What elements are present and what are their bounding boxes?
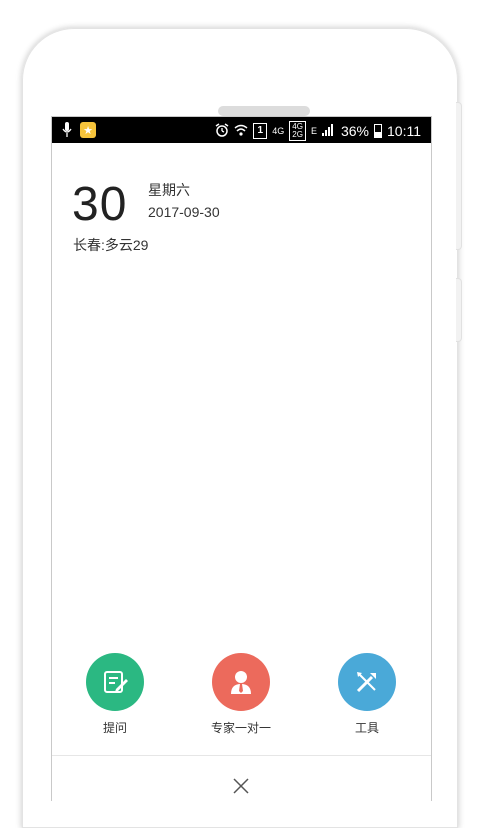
tools-icon: [338, 653, 396, 711]
side-button-lower: [456, 278, 462, 342]
tools-button[interactable]: 工具: [312, 653, 422, 736]
wifi-icon: [234, 123, 248, 140]
ask-question-button[interactable]: 提问: [60, 653, 170, 736]
status-bar: ★ 1 4G 4G 2G E 36% 10:11: [52, 117, 431, 143]
calendar-date: 2017-09-30: [148, 204, 220, 220]
network-type: 4G: [272, 126, 285, 136]
dual-network-icon: 4G 2G: [289, 121, 306, 141]
lte-indicator: E: [310, 126, 317, 136]
ask-question-label: 提问: [102, 721, 127, 735]
expert-consult-button[interactable]: 专家一对一: [186, 653, 296, 736]
weather-info: 长春:多云29: [73, 237, 149, 253]
close-icon: [233, 778, 249, 794]
calendar-day: 30: [72, 178, 128, 231]
calendar-weekday: 星期六: [148, 182, 190, 198]
side-button-upper: [456, 102, 462, 250]
alarm-icon: [215, 122, 229, 140]
battery-percent: 36%: [340, 123, 369, 139]
clock: 10:11: [387, 123, 421, 139]
bottom-divider: [52, 755, 431, 756]
app-notification-icon: ★: [80, 122, 96, 138]
expert-consult-label: 专家一对一: [210, 721, 271, 735]
edit-icon: [86, 653, 144, 711]
close-button[interactable]: [228, 773, 254, 799]
sim-indicator: 1: [253, 123, 268, 139]
expert-icon: [212, 653, 270, 711]
signal-icon: [321, 123, 336, 139]
action-bar: 提问 专家一对一 工具: [52, 653, 431, 736]
speaker-grille: [218, 106, 310, 116]
battery-icon: [374, 124, 382, 138]
tools-label: 工具: [354, 721, 379, 735]
microphone-icon: [62, 122, 72, 138]
phone-screen: ★ 1 4G 4G 2G E 36% 10:11 30 星期六 2017-09-3…: [51, 116, 432, 801]
